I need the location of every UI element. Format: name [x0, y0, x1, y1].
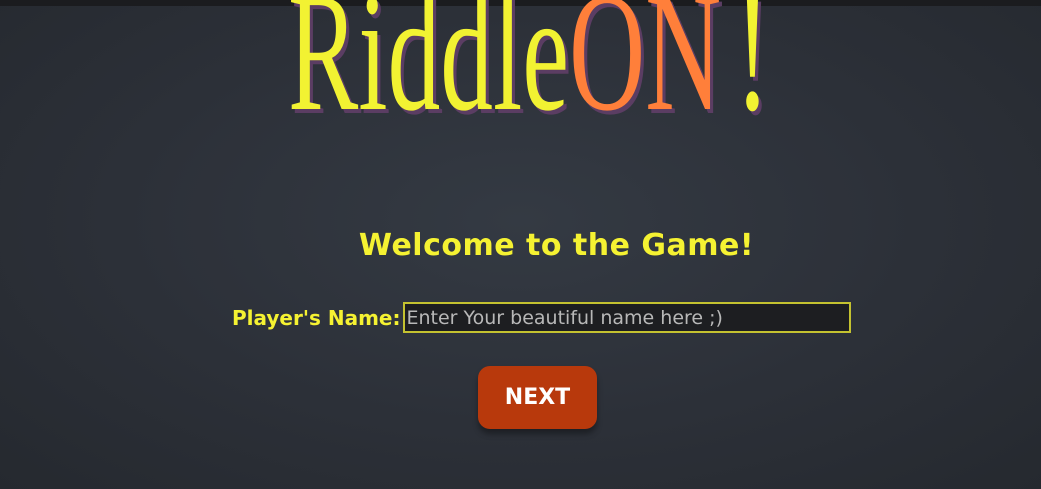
app-logo: RiddleON! — [288, 0, 770, 137]
player-name-label: Player's Name: — [232, 305, 401, 330]
welcome-heading: Welcome to the Game! — [358, 228, 755, 263]
player-name-input[interactable] — [402, 302, 851, 333]
logo-exclamation: ! — [734, 0, 771, 146]
next-button[interactable]: NEXT — [478, 366, 597, 429]
logo-on-text: ON — [569, 0, 722, 146]
player-name-row: Player's Name: — [232, 300, 851, 335]
logo-riddle-text: Riddle — [288, 0, 570, 146]
